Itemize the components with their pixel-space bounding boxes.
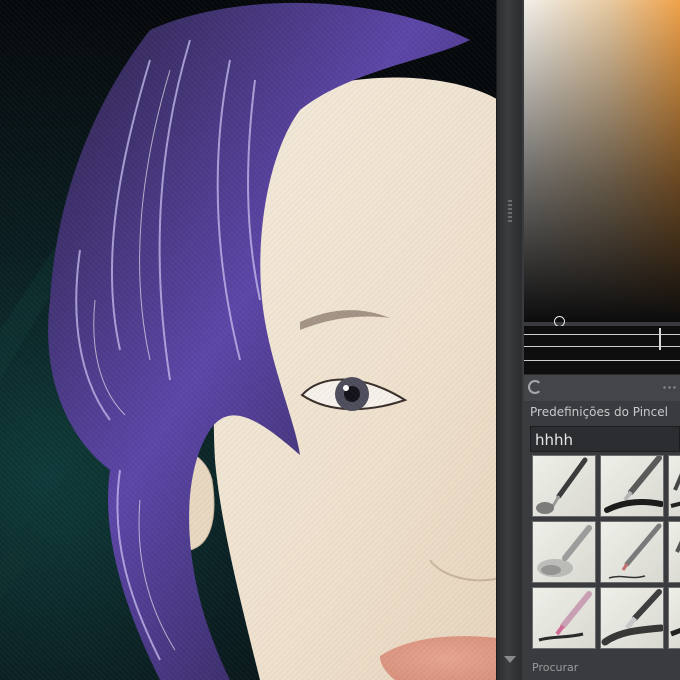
color-sliders[interactable]	[524, 326, 680, 374]
search-label[interactable]: Procurar	[532, 656, 680, 680]
color-selector-square[interactable]	[524, 0, 680, 322]
paint-brush-icon[interactable]	[600, 587, 664, 649]
rotate-icon[interactable]	[528, 380, 542, 394]
more-dots-icon[interactable]	[662, 386, 676, 389]
airbrush-icon[interactable]	[532, 521, 596, 583]
marker-brush-icon[interactable]	[600, 455, 664, 517]
partial-brush-icon[interactable]	[668, 587, 680, 649]
brush-presets-title: Predefinições do Pincel	[530, 405, 668, 419]
preset-tag-field[interactable]: hhhh	[530, 426, 680, 452]
splitter-grip-icon[interactable]	[508, 200, 512, 224]
color-toolbar	[524, 374, 680, 401]
pink-marker-icon[interactable]	[532, 587, 596, 649]
partial-brush-icon[interactable]	[668, 521, 680, 583]
portrait-artwork	[0, 2, 512, 680]
edge-brush-icon[interactable]	[668, 455, 680, 517]
ink-pen-icon[interactable]	[532, 455, 596, 517]
brush-preset-grid	[532, 455, 680, 651]
slider-handle[interactable]	[659, 328, 661, 350]
docker-panel: Predefinições do Pincel hhhh Procurar	[522, 0, 680, 680]
scroll-down-arrow-icon[interactable]	[504, 656, 516, 663]
dock-splitter[interactable]	[496, 0, 523, 680]
pencil-icon[interactable]	[600, 521, 664, 583]
painting-canvas[interactable]	[0, 0, 512, 680]
